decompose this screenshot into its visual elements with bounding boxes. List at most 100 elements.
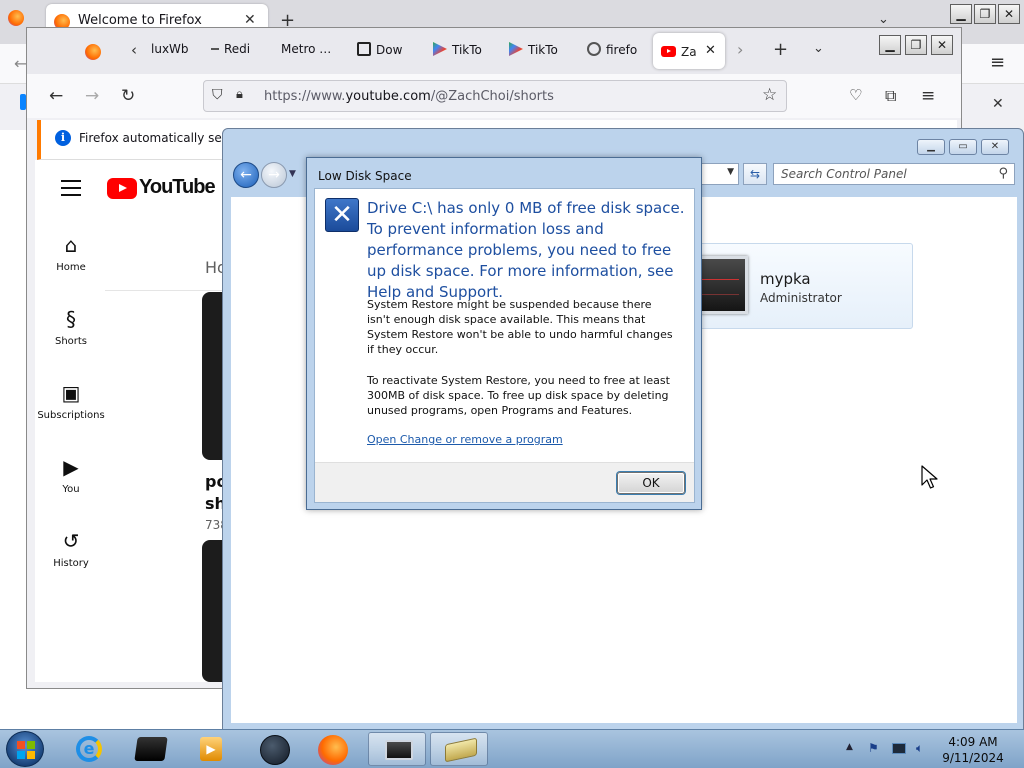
youtube-logo-icon[interactable] [107,178,137,199]
nav-label: You [62,484,80,495]
video-thumbnail[interactable] [202,540,224,682]
taskbar-media-center[interactable] [122,732,180,766]
reload-icon[interactable]: ↻ [121,86,135,106]
restore-button[interactable]: ❐ [905,35,927,55]
programs-and-features-link[interactable]: Open Change or remove a program [367,433,563,446]
tab-youtube-active[interactable]: Za ✕ [653,33,725,69]
search-input[interactable]: Search Control Panel ⚲ [773,163,1015,185]
start-button[interactable] [6,731,44,767]
tab-scroll-right-icon[interactable]: › [737,40,743,59]
taskbar-control-panel-monitor[interactable] [368,732,426,766]
yt-nav-home[interactable]: ⌂ Home [33,232,109,273]
search-placeholder: Search Control Panel [781,167,907,181]
maximize-button[interactable]: ▭ [949,139,977,155]
tab-label: TikTo [528,43,558,57]
free-space-instructions: To reactivate System Restore, you need t… [367,374,670,417]
window-controls: ▁ ❐ ✕ [879,35,959,57]
firefox-icon [85,44,101,60]
firefox-icon [318,735,348,765]
forward-arrow-icon[interactable]: → [261,162,287,188]
youtube-icon [661,46,676,57]
history-icon: ↺ [62,529,80,553]
system-clock[interactable]: 4:09 AM 9/11/2024 [940,734,1006,766]
nav-label: Subscriptions [37,410,105,421]
taskbar-network-globe[interactable] [246,732,304,766]
close-icon[interactable]: ✕ [244,12,256,28]
hamburger-menu-icon[interactable] [61,180,81,196]
yt-nav-subscriptions[interactable]: ▣ Subscriptions [33,380,109,421]
tab-title: Welcome to Firefox [78,13,202,28]
yt-nav-you[interactable]: ▶ You [33,454,109,495]
minimize-button[interactable]: ▁ [917,139,945,155]
search-icon[interactable]: ⚲ [998,166,1008,181]
yt-nav-history[interactable]: ↺ History [33,528,109,569]
restore-button[interactable]: ❐ [974,4,996,24]
back-arrow-icon[interactable]: ← [49,86,63,106]
url-bar[interactable]: ⛉ 🔒︎ https://www.youtube.com/@ZachChoi/s… [203,80,787,112]
recent-pages-dropdown-icon[interactable]: ▼ [289,169,296,179]
taskbar: e ▶ ▲ ⚑ 🔈︎ 4:09 AM 9/11/2024 [0,729,1024,768]
forward-arrow-icon[interactable]: → [85,86,99,106]
close-button[interactable]: ✕ [998,4,1020,24]
play-store-icon [433,42,447,56]
extensions-icon[interactable]: ⧉ [885,86,896,106]
ok-button[interactable]: OK [617,472,685,494]
minimize-button[interactable]: ▁ [879,35,901,55]
tab-luxwb[interactable]: luxWb [151,42,191,56]
url-scheme: https://www. [264,89,346,104]
show-hidden-icons-icon[interactable]: ▲ [846,742,853,752]
yt-nav-shorts[interactable]: § Shorts [33,306,109,347]
dash-icon [211,48,219,50]
action-center-flag-icon[interactable]: ⚑ [868,741,879,755]
tab-redi[interactable]: Redi [211,42,261,56]
user-account-tile[interactable]: mypka Administrator [690,243,913,329]
dialog-footer: OK [315,462,694,502]
tab-firefox[interactable]: firefo [587,42,647,57]
low-disk-space-dialog: Low Disk Space ✕ Drive C:\ has only 0 MB… [306,157,702,510]
menu-icon[interactable]: ≡ [921,86,935,106]
dialog-title: Low Disk Space [318,169,412,183]
tab-tiktok-1[interactable]: TikTo [433,42,489,57]
tab-label: firefo [606,43,638,57]
mouse-pointer-icon [921,465,938,489]
lock-icon[interactable]: 🔒︎ [236,87,243,102]
list-tabs-icon[interactable]: ⌄ [813,41,824,56]
system-restore-message: System Restore might be suspended becaus… [367,298,673,356]
error-x-icon: ✕ [325,198,359,232]
url-path: /@ZachChoi/shorts [430,89,554,104]
youtube-logo-text[interactable]: YouTube [139,176,216,199]
video-thumbnail[interactable] [202,292,224,460]
minimize-button[interactable]: ▁ [950,4,972,24]
tab-label: luxWb [151,42,189,56]
close-icon[interactable]: ✕ [992,96,1004,112]
notification-text: Firefox automatically sends [79,131,244,145]
volume-icon[interactable]: 🔈︎ [916,741,923,756]
taskbar-internet-explorer[interactable]: e [60,732,118,766]
window-controls: ▁ ▭ ✕ [917,139,1017,157]
back-arrow-icon[interactable]: ← [233,162,259,188]
chevron-down-icon[interactable]: ⌄ [878,12,889,27]
media-player-icon: ▶ [200,737,222,761]
new-tab-button[interactable]: + [773,39,788,60]
internet-explorer-icon: e [76,736,102,762]
media-box-icon [134,737,168,761]
shield-icon[interactable]: ⛉ [212,87,223,103]
taskbar-control-panel[interactable] [430,732,488,766]
nav-label: Home [56,262,86,273]
network-icon[interactable] [892,743,906,754]
close-icon[interactable]: ✕ [705,43,716,58]
close-button[interactable]: ✕ [931,35,953,55]
tab-tiktok-2[interactable]: TikTo [509,42,565,57]
tab-downloads[interactable]: Dow [357,42,411,57]
close-button[interactable]: ✕ [981,139,1009,155]
taskbar-media-player[interactable]: ▶ [182,732,240,766]
menu-icon[interactable]: ≡ [990,52,1005,73]
refresh-icon[interactable]: ⇆ [743,163,767,185]
address-dropdown-icon[interactable]: ▼ [727,167,734,177]
pocket-icon[interactable]: ♡ [849,86,862,104]
tab-metro[interactable]: Metro 202 [281,42,337,56]
globe-icon [587,42,601,56]
bookmark-star-icon[interactable]: ☆ [762,85,777,105]
taskbar-firefox[interactable] [304,732,362,766]
tab-scroll-left-icon[interactable]: ‹ [131,41,137,59]
